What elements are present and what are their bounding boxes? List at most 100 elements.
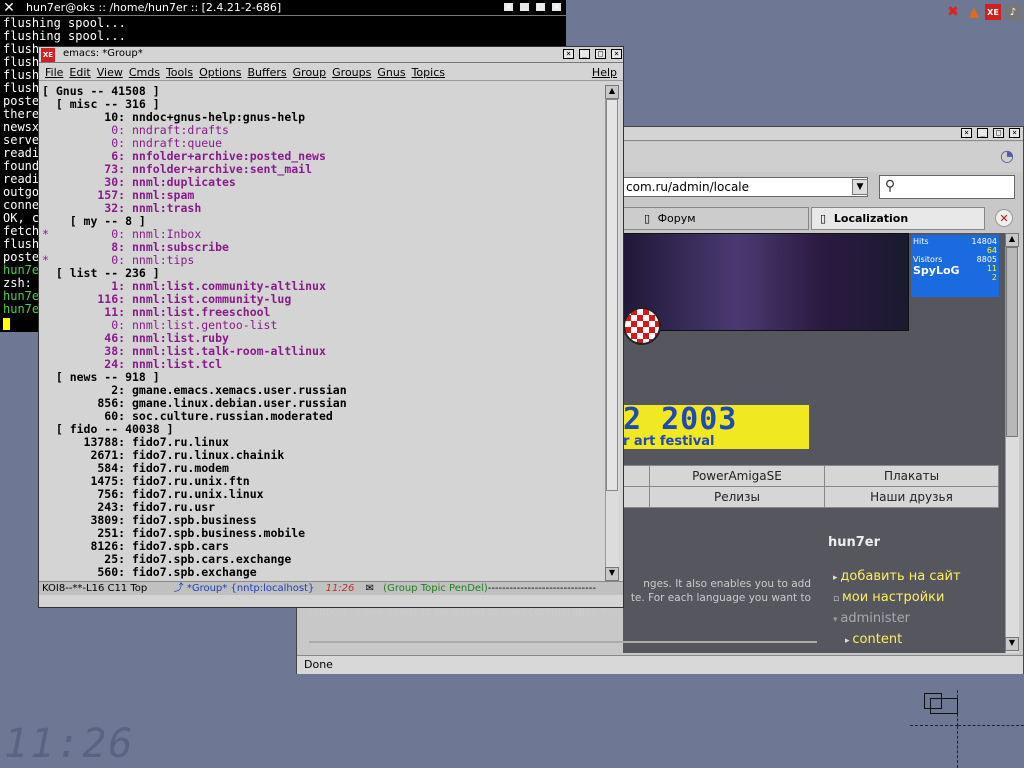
- tab-forum[interactable]: ▯ Форум: [623, 207, 809, 230]
- menu-tools[interactable]: Tools: [166, 66, 193, 79]
- emacs-window[interactable]: XE emacs: *Group* × _ □ × File Edit View Cm…: [38, 46, 624, 608]
- stat-value: 11: [986, 264, 997, 273]
- search-field[interactable]: [879, 175, 1015, 199]
- visitors-label: Visitors: [913, 255, 943, 264]
- menu-buffers[interactable]: Buffers: [248, 66, 287, 79]
- scroll-up-button[interactable]: ▲: [605, 85, 619, 99]
- nav-item[interactable]: Наши друзья: [824, 486, 999, 508]
- modeline: KOI8--**-L16 C11 Top ⤴ *Group* {nntp:loc…: [39, 581, 623, 595]
- modeline-time: 11:26: [325, 583, 355, 594]
- group-buffer[interactable]: [ Gnus -- 41508 ] [ misc -- 316 ] 10: nn…: [42, 85, 604, 585]
- close-icon[interactable]: ×: [563, 49, 574, 59]
- pager-cell[interactable]: [958, 690, 1024, 726]
- nav-item[interactable]: Релизы: [649, 486, 825, 508]
- modeline-mode: (Group Topic PenDel): [383, 583, 488, 594]
- user-menu-item[interactable]: ▸ добавить на сайт: [833, 567, 961, 588]
- scroll-up-button[interactable]: ▲: [1005, 233, 1019, 247]
- nav-item[interactable]: [623, 486, 650, 508]
- visitors-value: 8805: [976, 255, 997, 264]
- scroll-thumb[interactable]: [606, 99, 618, 491]
- modeline-left: KOI8--**-L16 C11 Top: [42, 583, 148, 594]
- emacs-menubar: File Edit View Cmds Tools Options Buffers Group…: [39, 65, 623, 81]
- tab-label: Форум: [657, 212, 696, 225]
- pager-cell[interactable]: [910, 726, 958, 768]
- user-menu-item[interactable]: ▸ content: [845, 630, 961, 651]
- url-field[interactable]: com.ru/admin/locale: [622, 177, 868, 197]
- menu-groups[interactable]: Groups: [332, 66, 371, 79]
- spylog-logo: SpyLoG: [913, 264, 960, 277]
- user-menu: ▸ добавить на сайт ▫ мои настройки ▾ adm…: [833, 567, 961, 651]
- close-icon[interactable]: ×: [551, 2, 562, 12]
- maximize-icon[interactable]: □: [993, 128, 1004, 138]
- minimize-icon[interactable]: _: [579, 49, 590, 59]
- minimize-icon[interactable]: _: [977, 128, 988, 138]
- terminal-titlebar[interactable]: ✕ hun7er@oks :: /home/hun7er :: [2.4.21-…: [0, 0, 566, 16]
- status-bar: Done: [297, 655, 1023, 674]
- content-link[interactable]: content: [852, 632, 902, 647]
- stats-box: Hits 14804 64 Visitors 8805 SpyLoG 11 2: [911, 235, 999, 297]
- mail-icon: ✉: [365, 583, 374, 594]
- menu-edit[interactable]: Edit: [69, 66, 90, 79]
- menu-file[interactable]: File: [45, 66, 63, 79]
- scroll-down-button[interactable]: ▼: [1005, 637, 1019, 651]
- menu-options[interactable]: Options: [199, 66, 241, 79]
- menu-view[interactable]: View: [97, 66, 123, 79]
- emacs-title: emacs: *Group*: [63, 48, 143, 59]
- group-line[interactable]: 560: fido7.spb.exchange: [42, 566, 604, 579]
- speaker-icon[interactable]: ♪: [1005, 4, 1021, 20]
- menu-cmds[interactable]: Cmds: [129, 66, 160, 79]
- tab-localization[interactable]: ▯ Localization: [811, 207, 985, 230]
- my-settings-link[interactable]: мои настройки: [842, 590, 944, 605]
- emacs-titlebar[interactable]: XE emacs: *Group* × _ □ ×: [39, 47, 623, 63]
- site-nav: PowerAmigaSE Плакаты Релизы Наши друзья: [623, 465, 999, 508]
- menu-help[interactable]: Help: [592, 65, 617, 81]
- terminal-cursor: [3, 318, 10, 330]
- modeline-dashes: ------------------------------: [487, 583, 596, 594]
- close-icon[interactable]: ×: [611, 49, 622, 59]
- amiga-ball-icon: [623, 307, 661, 345]
- divider: [309, 641, 817, 643]
- status-text: Done: [304, 658, 333, 671]
- xemacs-icon[interactable]: XE: [985, 4, 1001, 20]
- user-menu-item[interactable]: ▫ мои настройки: [833, 588, 961, 609]
- url-dropdown-icon[interactable]: ▼: [852, 179, 868, 195]
- search-icon: ⚲: [884, 178, 896, 194]
- banner-image: [623, 233, 909, 331]
- hits-label: Hits: [913, 237, 929, 246]
- banner-year: 2 2003: [623, 405, 738, 437]
- nav-item[interactable]: [623, 465, 650, 487]
- xemacs-icon: XE: [41, 48, 55, 62]
- page-icon: ▯: [644, 212, 651, 225]
- scroll-down-button[interactable]: ▼: [605, 567, 619, 581]
- menu-gnus[interactable]: Gnus: [377, 66, 405, 79]
- close-tab-icon[interactable]: ✕: [995, 209, 1013, 227]
- workspace-pager[interactable]: [910, 690, 1024, 768]
- fire-icon[interactable]: ▲: [966, 4, 982, 20]
- festival-banner: 2 2003 r art festival: [623, 405, 809, 449]
- hits-value: 14804: [971, 237, 997, 246]
- maximize-icon[interactable]: □: [595, 49, 606, 59]
- terminal-title: hun7er@oks :: /home/hun7er :: [2.4.21-2-…: [26, 1, 282, 14]
- throbber-icon: ◔: [1000, 145, 1014, 165]
- nav-item[interactable]: Плакаты: [824, 465, 999, 487]
- page-icon: ▯: [820, 212, 827, 225]
- menu-topics[interactable]: Topics: [412, 66, 445, 79]
- close-icon[interactable]: ×: [961, 128, 972, 138]
- close-icon[interactable]: ×: [503, 2, 514, 12]
- user-menu-item[interactable]: ▾ administer: [833, 609, 961, 630]
- maximize-icon[interactable]: □: [535, 2, 546, 12]
- username: hun7er: [828, 535, 881, 550]
- add-to-site-link[interactable]: добавить на сайт: [840, 569, 960, 584]
- close-icon[interactable]: ×: [1009, 128, 1020, 138]
- pager-window: [930, 698, 958, 714]
- close-red-icon[interactable]: ✖: [944, 4, 962, 20]
- scroll-thumb[interactable]: [1006, 247, 1018, 437]
- stat-value: 2: [991, 273, 997, 282]
- desktop-clock: 11:26: [4, 721, 135, 767]
- stat-value: 64: [986, 246, 997, 255]
- nav-item[interactable]: PowerAmigaSE: [649, 465, 825, 487]
- minimize-icon[interactable]: _: [519, 2, 530, 12]
- menu-group[interactable]: Group: [293, 66, 327, 79]
- administer-link[interactable]: administer: [840, 611, 910, 626]
- x-icon: ✕: [3, 0, 15, 16]
